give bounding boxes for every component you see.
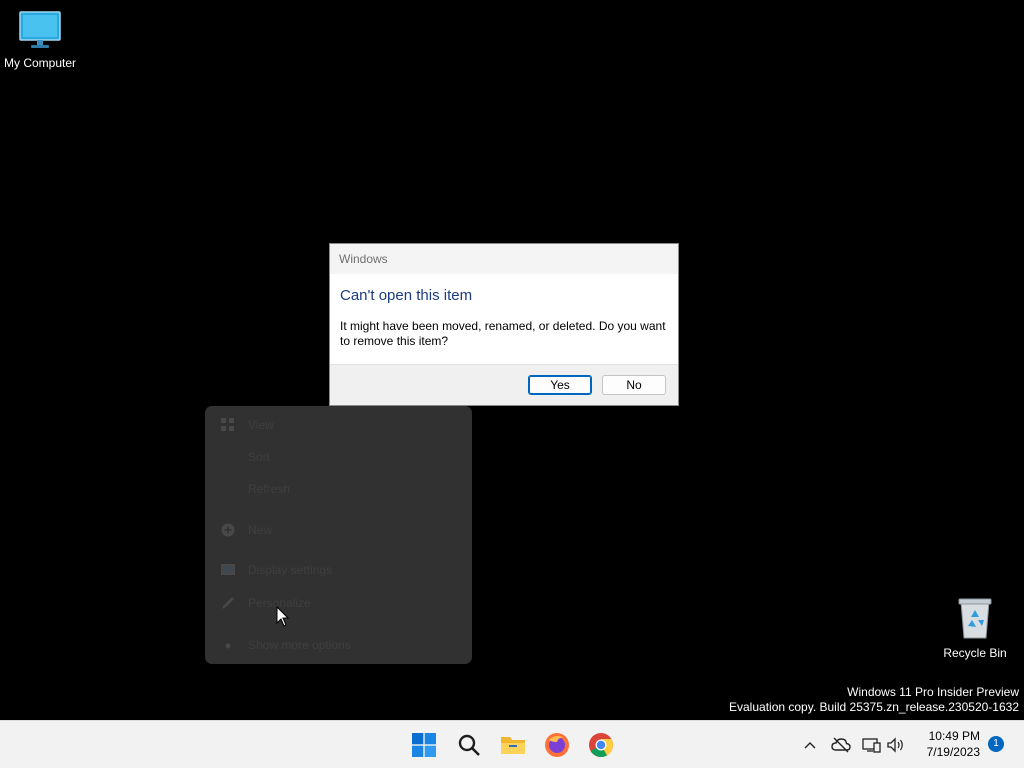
context-menu-label: Refresh — [248, 482, 291, 496]
desktop-icon-my-computer[interactable]: My Computer — [0, 10, 80, 70]
chrome-icon — [589, 733, 613, 758]
dialog-title: Windows — [330, 244, 678, 274]
dialog-footer: Yes No — [330, 364, 678, 405]
cant-open-item-dialog: Windows Can't open this item It might ha… — [329, 243, 679, 406]
context-menu-label: View — [248, 418, 274, 432]
clock-time: 10:49 PM — [928, 729, 980, 743]
chevron-up-icon — [804, 742, 816, 749]
context-menu-label: New — [248, 523, 273, 537]
recycle-bin-icon — [958, 598, 992, 639]
evaluation-watermark: Windows 11 Pro Insider Preview Evaluatio… — [729, 685, 1019, 715]
watermark-line-edition: Windows 11 Pro Insider Preview — [847, 685, 1019, 699]
file-explorer-button[interactable] — [499, 731, 527, 759]
monitor-icon — [19, 11, 61, 48]
context-menu-item-sort[interactable]: Sort — [221, 449, 270, 465]
windows-start-icon — [412, 733, 436, 757]
context-menu-item-personalize[interactable]: Personalize — [221, 595, 311, 611]
show-hidden-icons-button[interactable] — [800, 735, 820, 755]
dialog-message: It might have been moved, renamed, or de… — [340, 319, 666, 348]
network-icon — [862, 738, 881, 753]
firefox-button[interactable] — [543, 731, 571, 759]
onedrive-tray-button[interactable] — [831, 735, 851, 755]
volume-tray-button[interactable] — [886, 735, 906, 755]
dot-icon — [225, 643, 231, 649]
plus-circle-icon — [221, 523, 235, 537]
search-button[interactable] — [455, 731, 483, 759]
pen-icon — [222, 597, 234, 609]
mouse-cursor-icon — [276, 606, 290, 627]
yes-button[interactable]: Yes — [528, 375, 592, 395]
watermark-line-build: Evaluation copy. Build 25375.zn_release.… — [729, 700, 1019, 714]
search-icon — [458, 734, 480, 756]
volume-icon — [887, 737, 903, 753]
context-menu-item-new[interactable]: New — [221, 522, 272, 538]
clock-date: 7/19/2023 — [926, 745, 980, 759]
chrome-button[interactable] — [587, 731, 615, 759]
context-menu-label: Display settings — [248, 563, 333, 577]
file-explorer-icon — [501, 737, 525, 754]
dialog-main-instruction: Can't open this item — [340, 287, 473, 304]
desktop-context-menu: View Sort Refresh New Display settings P… — [205, 406, 472, 664]
start-button[interactable] — [410, 731, 438, 759]
context-menu-item-show-more-options[interactable]: Show more options — [221, 637, 351, 653]
taskbar: 10:49 PM 7/19/2023 1 — [0, 720, 1024, 768]
desktop-icon-recycle-bin[interactable]: Recycle Bin — [935, 596, 1015, 660]
display-icon — [221, 564, 235, 575]
no-button[interactable]: No — [602, 375, 666, 395]
cloud-off-icon — [831, 737, 851, 753]
notification-badge[interactable]: 1 — [988, 736, 1004, 752]
context-menu-item-refresh[interactable]: Refresh — [221, 481, 290, 497]
firefox-icon — [545, 733, 569, 757]
context-menu-item-display-settings[interactable]: Display settings — [221, 562, 332, 578]
desktop-icon-label: My Computer — [3, 56, 77, 70]
grid-icon — [221, 418, 234, 431]
context-menu-label: Sort — [248, 450, 271, 464]
network-tray-button[interactable] — [862, 735, 882, 755]
context-menu-label: Show more options — [248, 638, 351, 652]
context-menu-item-view[interactable]: View — [221, 417, 274, 433]
taskbar-clock[interactable]: 10:49 PM 7/19/2023 — [910, 728, 980, 760]
desktop-icon-label: Recycle Bin — [943, 646, 1007, 660]
